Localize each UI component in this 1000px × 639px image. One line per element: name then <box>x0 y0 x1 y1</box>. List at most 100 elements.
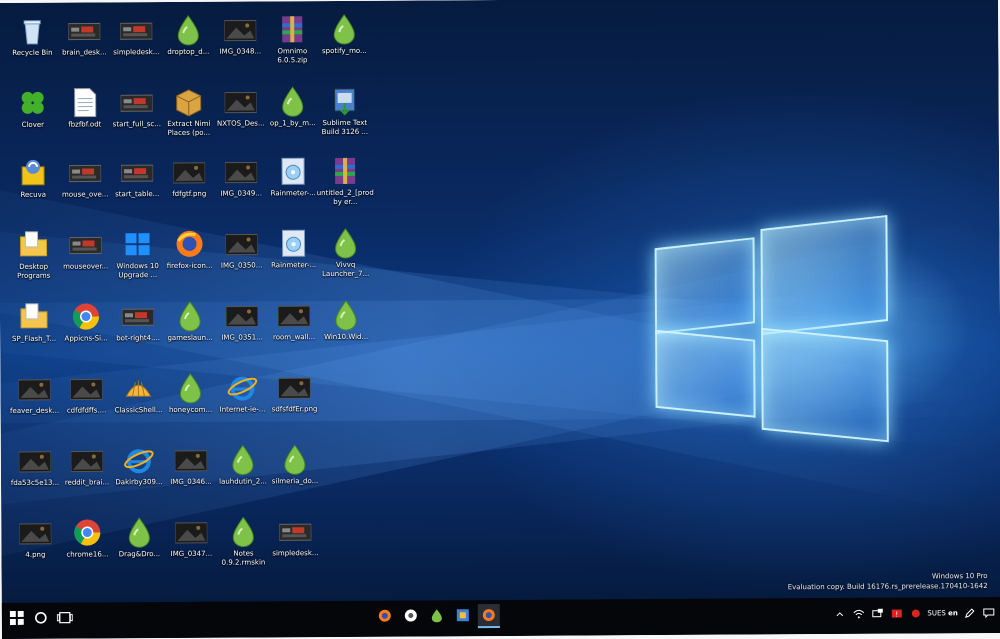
desktop-icon[interactable]: IMG_0351... <box>218 293 266 363</box>
image-thumbnail-icon <box>174 516 208 548</box>
desktop-icon[interactable]: NXTOS_Des... <box>217 79 265 149</box>
rainmeter-drop-icon <box>174 300 206 332</box>
image-thumbnail-icon <box>172 156 206 188</box>
screenshot-thumbnail-icon <box>278 515 312 547</box>
desktop-icon[interactable]: room_wall... <box>270 293 318 363</box>
desktop-icon[interactable]: Notes 0.9.2.rmskin <box>219 509 267 579</box>
chrome-icon <box>71 516 103 548</box>
image-thumbnail-icon <box>17 373 51 405</box>
desktop-icon[interactable]: Rainmeter-... <box>269 221 317 291</box>
image-thumbnail-icon <box>277 299 311 331</box>
system-tray: ! SUES 𝗲𝗻 <box>832 607 995 620</box>
desktop-icon[interactable]: untitled_2_[prod by er... <box>317 149 374 219</box>
language-indicator[interactable]: SUES 𝗲𝗻 <box>927 609 957 617</box>
desktop-icon[interactable]: silmeria_do... <box>271 437 319 507</box>
desktop-icon[interactable]: 4.png <box>11 511 59 581</box>
desktop-icon[interactable]: SP_Flash_T... <box>10 295 58 365</box>
desktop-icon[interactable]: Extract Nimi Places (po... <box>165 80 213 150</box>
desktop-icon-label: silmeria_do... <box>271 477 319 486</box>
start-button[interactable] <box>6 607 28 629</box>
rainmeter-drop-icon[interactable] <box>426 604 448 626</box>
desktop-icon[interactable]: gameslaun... <box>166 294 214 364</box>
desktop-icon[interactable]: simpledesk... <box>271 509 319 579</box>
wifi-icon[interactable] <box>851 608 865 620</box>
desktop-icon[interactable]: IMG_0350... <box>217 221 265 291</box>
desktop-icon[interactable]: droptop_d... <box>164 8 212 78</box>
edit-icon[interactable] <box>963 607 977 619</box>
firefox-active-icon[interactable] <box>477 604 500 629</box>
desktop-icon[interactable]: lauhdutin_2... <box>219 437 267 507</box>
volume-icon[interactable]: ! <box>889 608 903 620</box>
app-icon[interactable] <box>452 604 474 626</box>
svg-text:!: ! <box>895 611 898 619</box>
rainmeter-drop-icon <box>329 227 361 259</box>
desktop-icon[interactable]: IMG_0346... <box>167 438 215 508</box>
desktop-icon-label: Win10.Wid... <box>324 332 369 342</box>
image-thumbnail-icon <box>70 444 104 476</box>
desktop-icon[interactable]: IMG_0347... <box>167 510 215 580</box>
desktop-icon[interactable]: reddit_brai... <box>63 438 111 508</box>
windows-upgrade-icon <box>121 228 153 260</box>
desktop-icon[interactable]: mouse_ove... <box>61 150 109 220</box>
chrome-icon[interactable] <box>400 604 422 626</box>
build-text: Evaluation copy. Build 16176.rs_prerelea… <box>787 582 988 592</box>
desktop-icon[interactable]: Dakirby309... <box>115 438 163 508</box>
rainmeter-drop-icon <box>328 13 360 45</box>
desktop-icon[interactable]: brain_desk... <box>60 8 108 78</box>
network-icon[interactable] <box>870 608 884 620</box>
action-center-icon[interactable] <box>982 607 996 619</box>
internet-explorer-icon <box>226 371 258 403</box>
internet-explorer-icon <box>123 444 155 476</box>
desktop-icon[interactable]: Appicns-Si... <box>62 294 110 364</box>
desktop-icon[interactable]: Recycle Bin <box>8 9 56 79</box>
cortana-icon[interactable] <box>30 607 52 629</box>
desktop-icon[interactable]: Desktop Programs <box>9 223 57 293</box>
desktop-icon[interactable]: fbzfbf.odt <box>61 80 109 150</box>
desktop-icon[interactable]: Sublime Text Build 3126 ... <box>321 79 369 149</box>
image-thumbnail-icon <box>223 13 257 45</box>
desktop-icon[interactable]: mouseover... <box>61 222 109 292</box>
desktop-icon-label: spotify_mo... <box>321 46 367 56</box>
desktop-icon[interactable]: Drag&Dro... <box>115 510 163 580</box>
image-thumbnail-icon <box>225 299 259 331</box>
rainmeter-installer-icon <box>277 227 309 259</box>
screenshot-thumbnail-icon <box>120 156 154 188</box>
rainmeter-drop-icon <box>174 372 206 404</box>
desktop-icon[interactable]: Vivvq Launcher_7... <box>321 221 369 291</box>
desktop-icon[interactable]: op_1_by_m... <box>269 79 317 149</box>
desktop-icon[interactable]: bot-right4.... <box>114 294 162 364</box>
evaluation-watermark: Windows 10 Pro Evaluation copy. Build 16… <box>788 571 988 592</box>
desktop-icon[interactable]: feaver_desk... <box>10 367 59 437</box>
classic-shell-icon <box>122 372 154 404</box>
folder-icon <box>18 301 50 333</box>
folder-icon <box>17 229 49 261</box>
desktop-icon[interactable]: Recuva <box>9 151 57 221</box>
desktop-icon[interactable]: IMG_0348... <box>216 7 264 77</box>
desktop-icon-label: Sublime Text Build 3126 ... <box>321 118 369 137</box>
chevron-up-icon[interactable] <box>832 608 846 620</box>
desktop-icon[interactable]: honeycom... <box>166 366 214 436</box>
desktop-icon[interactable]: Rainmeter-... <box>269 149 317 219</box>
desktop-icon[interactable]: simpledesk... <box>112 8 160 78</box>
task-view-icon[interactable] <box>54 607 76 629</box>
desktop-icon[interactable]: firefox-icon... <box>165 222 213 292</box>
desktop-icon[interactable]: Windows 10 Upgrade ... <box>113 222 161 292</box>
desktop-icon[interactable]: Internet-ie-... <box>218 365 266 435</box>
desktop-icon[interactable]: Clover <box>9 81 57 151</box>
desktop-icon[interactable]: ClassicShell... <box>114 366 163 436</box>
rainmeter-drop-icon <box>227 443 259 476</box>
desktop-icon[interactable]: cdfdfdffs.... <box>62 366 110 436</box>
desktop-icon[interactable]: chrome16... <box>63 510 111 580</box>
desktop-icon[interactable]: sdfsfdfEr.png <box>270 365 318 435</box>
desktop-icon[interactable]: IMG_0349... <box>217 149 265 219</box>
desktop-icon[interactable]: spotify_mo... <box>320 7 368 77</box>
desktop-icon[interactable]: start_full_sc... <box>113 80 161 150</box>
winrar-archive-icon <box>276 13 308 45</box>
alert-icon[interactable] <box>908 607 922 619</box>
desktop-icon[interactable]: fda53c5e13... <box>11 439 59 509</box>
desktop-icon[interactable]: Win10.Wid... <box>322 293 370 363</box>
desktop-icon[interactable]: fdfgtf.png <box>165 150 213 220</box>
desktop-icon[interactable]: start_table... <box>113 150 161 220</box>
desktop-icon[interactable]: Omnimo 6.0.5.zip <box>268 7 316 77</box>
firefox-icon[interactable] <box>374 605 396 627</box>
